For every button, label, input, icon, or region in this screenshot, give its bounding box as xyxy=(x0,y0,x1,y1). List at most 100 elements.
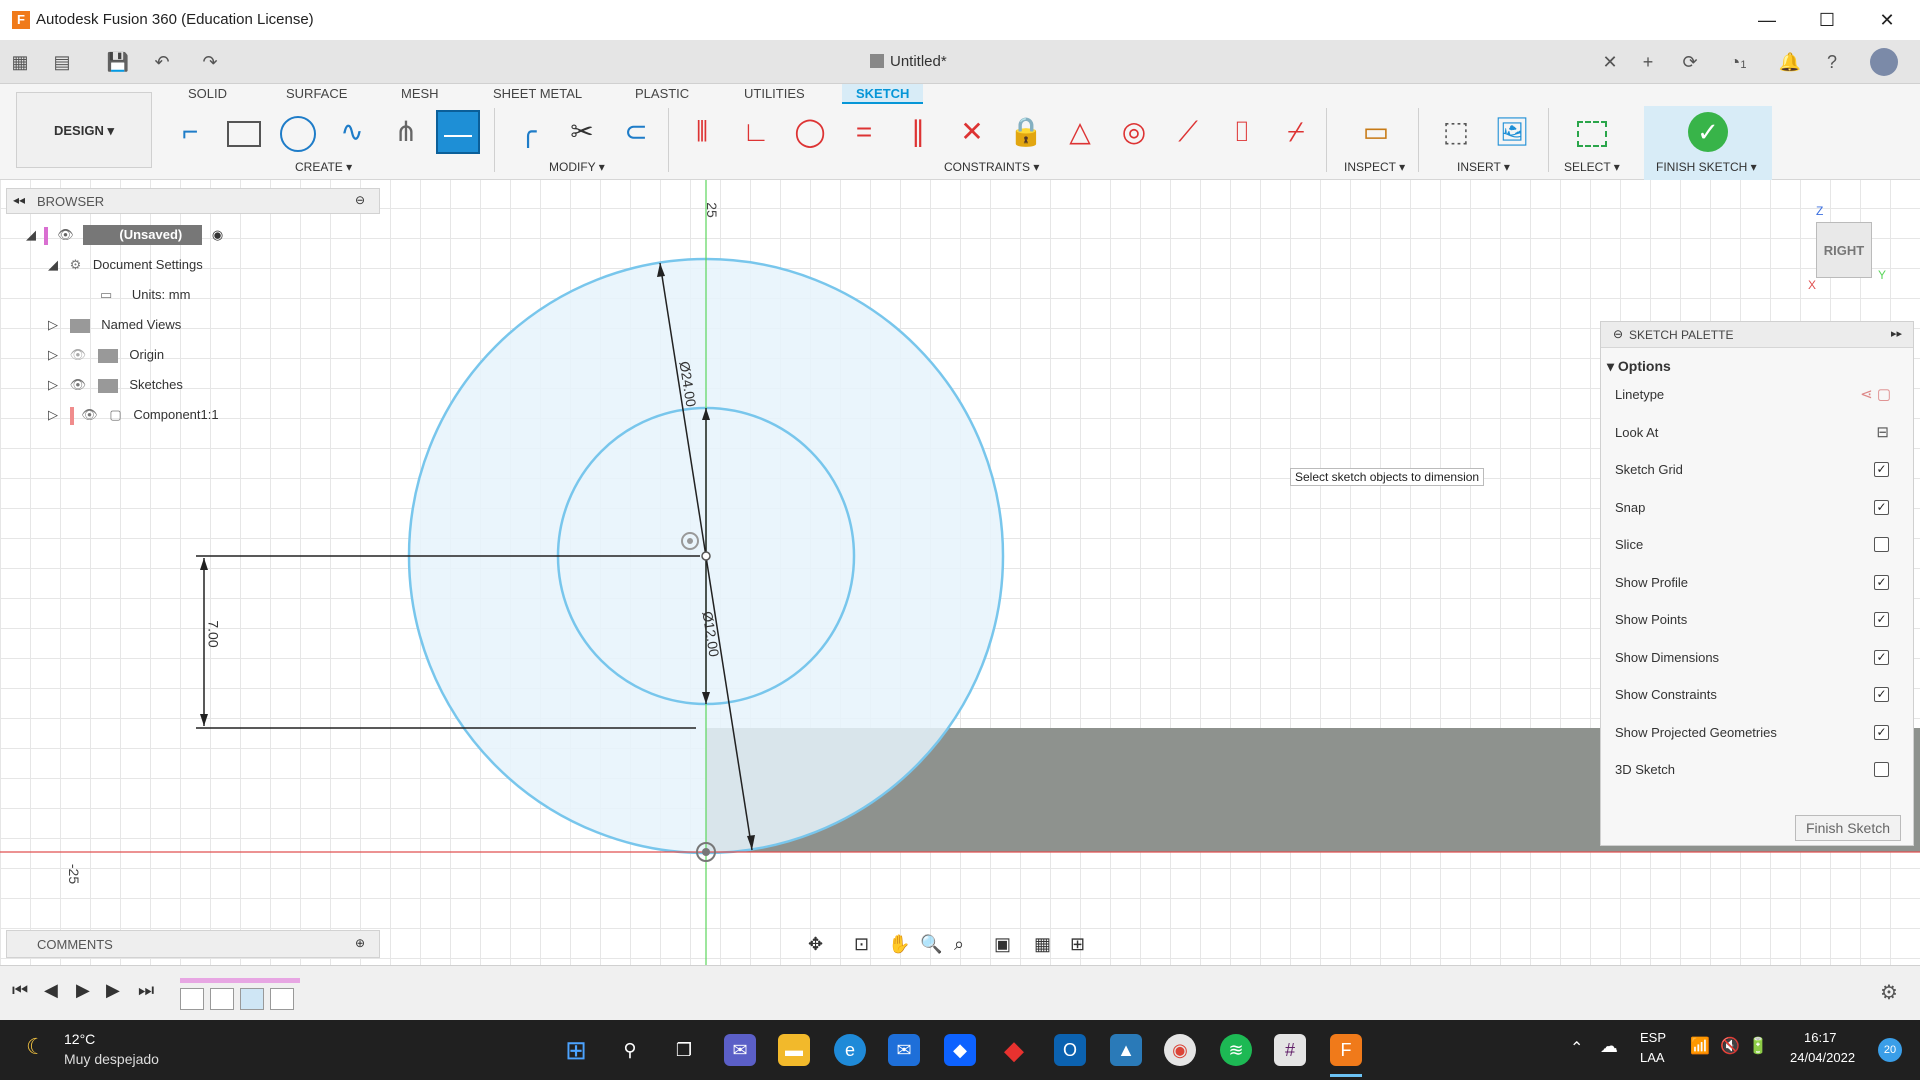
visibility-eye-icon[interactable]: 👁 xyxy=(81,407,98,422)
palette-expand-icon[interactable]: ▸▸ xyxy=(1891,327,1902,340)
zoom-icon[interactable]: 🔍 xyxy=(920,934,942,955)
look-at-icon[interactable]: ⊟ xyxy=(1876,414,1889,451)
parallel-constraint-icon[interactable]: ∥ xyxy=(896,110,940,154)
insert-image-icon[interactable]: 🖼 xyxy=(1490,110,1534,154)
timeline-sketch-feature-icon[interactable] xyxy=(180,988,204,1010)
clock-date[interactable]: 24/04/2022 xyxy=(1790,1050,1855,1065)
help-icon[interactable]: ? xyxy=(1818,48,1846,76)
look-at-icon[interactable]: ⊡ xyxy=(854,934,869,955)
mail-icon[interactable]: ✉ xyxy=(888,1034,920,1066)
timeline-feature-icon[interactable] xyxy=(240,988,264,1010)
save-icon[interactable]: 💾 xyxy=(104,48,132,76)
job-status-icon[interactable]: ◔1 xyxy=(1718,48,1758,76)
tree-root[interactable]: ◢ 👁 (Unsaved) ◉ xyxy=(26,220,266,250)
visibility-eye-icon[interactable]: 👁 xyxy=(70,377,87,392)
checkbox[interactable] xyxy=(1874,537,1889,552)
inspect-menu[interactable]: INSPECT ▾ xyxy=(1344,160,1405,174)
tree-item-document-settings[interactable]: ◢ ⚙ Document Settings xyxy=(48,250,203,280)
triangle-constraint-icon[interactable]: △ xyxy=(1058,110,1102,154)
tree-item-component[interactable]: ▷ 👁 ▢ Component1:1 xyxy=(48,400,219,430)
linetype-construction-icon[interactable]: ⋖ ▢ xyxy=(1860,376,1891,413)
search-icon[interactable]: ⚲ xyxy=(614,1034,646,1066)
tab-plastic[interactable]: PLASTIC xyxy=(635,84,689,104)
maximize-button[interactable]: ☐ xyxy=(1804,6,1850,34)
checkbox[interactable]: ✓ xyxy=(1874,687,1889,702)
show-hidden-icons-chevron-icon[interactable]: ⌃ xyxy=(1570,1038,1583,1058)
display-settings-icon[interactable]: ▣ xyxy=(994,934,1011,955)
perpendicular-x-icon[interactable]: ✕ xyxy=(950,110,994,154)
fillet-tool-icon[interactable]: ╭ xyxy=(506,110,550,154)
windows-start-icon[interactable]: ⊞ xyxy=(560,1034,592,1066)
speaker-muted-icon[interactable]: 🔇 xyxy=(1720,1036,1740,1056)
tab-utilities[interactable]: UTILITIES xyxy=(744,84,805,104)
tree-item-sketches[interactable]: ▷ 👁 Sketches xyxy=(48,370,183,400)
checkbox[interactable] xyxy=(1874,762,1889,777)
curvature-constraint-icon[interactable]: ⌿ xyxy=(1274,110,1318,154)
play-icon[interactable]: ▶ xyxy=(76,980,90,1001)
grid-settings-icon[interactable]: ▦ xyxy=(1034,934,1051,955)
checkbox[interactable]: ✓ xyxy=(1874,649,1889,665)
insert-menu[interactable]: INSERT ▾ xyxy=(1457,160,1510,174)
expand-triangle-icon[interactable]: ▷ xyxy=(48,347,58,362)
wifi-icon[interactable]: 📶 xyxy=(1690,1036,1710,1056)
extensions-icon[interactable]: ⟳ xyxy=(1676,48,1704,76)
measure-icon[interactable]: ▭ xyxy=(1354,110,1398,154)
dimension-tool-icon[interactable] xyxy=(436,110,480,154)
timeline-feature-icon[interactable] xyxy=(270,988,294,1010)
palette-collapse-icon[interactable]: ⊖ xyxy=(1613,327,1623,341)
orbit-icon[interactable]: ✥ xyxy=(808,934,823,955)
slack-icon[interactable]: # xyxy=(1274,1034,1306,1066)
lock-constraint-icon[interactable]: 🔒 xyxy=(1004,110,1048,154)
line-tool-icon[interactable]: ⌐ xyxy=(168,110,212,154)
activate-radio-icon[interactable]: ◉ xyxy=(212,227,223,242)
offset-tool-icon[interactable]: ⊂ xyxy=(614,110,658,154)
tree-item-origin[interactable]: ▷ 👁 Origin xyxy=(48,340,164,370)
file-explorer-icon[interactable]: ▬ xyxy=(778,1034,810,1066)
tree-item-named-views[interactable]: ▷ Named Views xyxy=(48,310,181,340)
user-avatar[interactable] xyxy=(1870,48,1898,76)
expand-triangle-icon[interactable]: ◢ xyxy=(48,257,58,272)
perpendicular-constraint-icon[interactable]: ∟ xyxy=(734,110,778,154)
weather-description[interactable]: Muy despejado xyxy=(64,1051,159,1067)
fix-constraint-icon[interactable]: ⦀ xyxy=(680,110,724,154)
workspace-switcher[interactable]: DESIGN ▾ xyxy=(16,92,152,168)
language-indicator-1[interactable]: ESP xyxy=(1640,1030,1666,1045)
window-select-icon[interactable] xyxy=(1570,110,1614,154)
checkbox[interactable]: ✓ xyxy=(1874,499,1889,515)
viewcube[interactable]: RIGHT xyxy=(1816,222,1872,278)
visibility-eye-icon[interactable]: 👁 xyxy=(57,227,74,242)
symmetry-constraint-icon[interactable]: ⌷ xyxy=(1220,110,1264,154)
tree-item-units[interactable]: ▭ Units: mm xyxy=(100,280,190,310)
finish-sketch-block[interactable]: ✓ FINISH SKETCH ▾ xyxy=(1644,106,1772,180)
checkbox[interactable]: ✓ xyxy=(1874,574,1889,590)
expand-triangle-icon[interactable]: ▷ xyxy=(48,377,58,392)
photos-icon[interactable]: ▲ xyxy=(1110,1034,1142,1066)
expand-triangle-icon[interactable]: ◢ xyxy=(26,227,36,242)
hidden-eye-icon[interactable]: 👁 xyxy=(70,347,87,362)
step-back-icon[interactable]: ◀ xyxy=(44,980,58,1001)
teams-chat-icon[interactable]: ✉ xyxy=(724,1034,756,1066)
tab-solid[interactable]: SOLID xyxy=(188,84,227,104)
edge-browser-icon[interactable]: e xyxy=(834,1034,866,1066)
add-comment-icon[interactable]: ⊕ xyxy=(355,936,365,950)
concentric-constraint-icon[interactable]: ◎ xyxy=(1112,110,1156,154)
file-menu-icon[interactable]: ▤ xyxy=(48,48,76,76)
battery-icon[interactable]: 🔋 xyxy=(1748,1036,1768,1056)
midpoint-constraint-icon[interactable]: ⟋ xyxy=(1166,110,1210,154)
timeline-settings-gear-icon[interactable]: ⚙ xyxy=(1880,980,1898,1005)
data-panel-grid-icon[interactable]: ▦ xyxy=(6,48,34,76)
expand-triangle-icon[interactable]: ▷ xyxy=(48,407,58,422)
onedrive-cloud-icon[interactable]: ☁ xyxy=(1600,1036,1618,1057)
collapse-browser-icon[interactable]: ◂◂ xyxy=(13,193,25,207)
language-indicator-2[interactable]: LAA xyxy=(1640,1050,1665,1065)
insert-derive-icon[interactable]: ⬚ xyxy=(1434,110,1478,154)
checkbox[interactable]: ✓ xyxy=(1874,612,1889,627)
outlook-icon[interactable]: O xyxy=(1054,1034,1086,1066)
notifications-icon[interactable]: 🔔 xyxy=(1776,48,1804,76)
redo-icon[interactable]: ↷ xyxy=(196,48,224,76)
browser-options-icon[interactable]: ⊖ xyxy=(355,193,365,207)
mirror-tool-icon[interactable]: ⋔ xyxy=(384,110,428,154)
new-tab-icon[interactable]: + xyxy=(1634,48,1662,76)
spline-tool-icon[interactable]: ∿ xyxy=(330,110,374,154)
height-dimension-label[interactable]: 7.00 xyxy=(206,620,222,647)
